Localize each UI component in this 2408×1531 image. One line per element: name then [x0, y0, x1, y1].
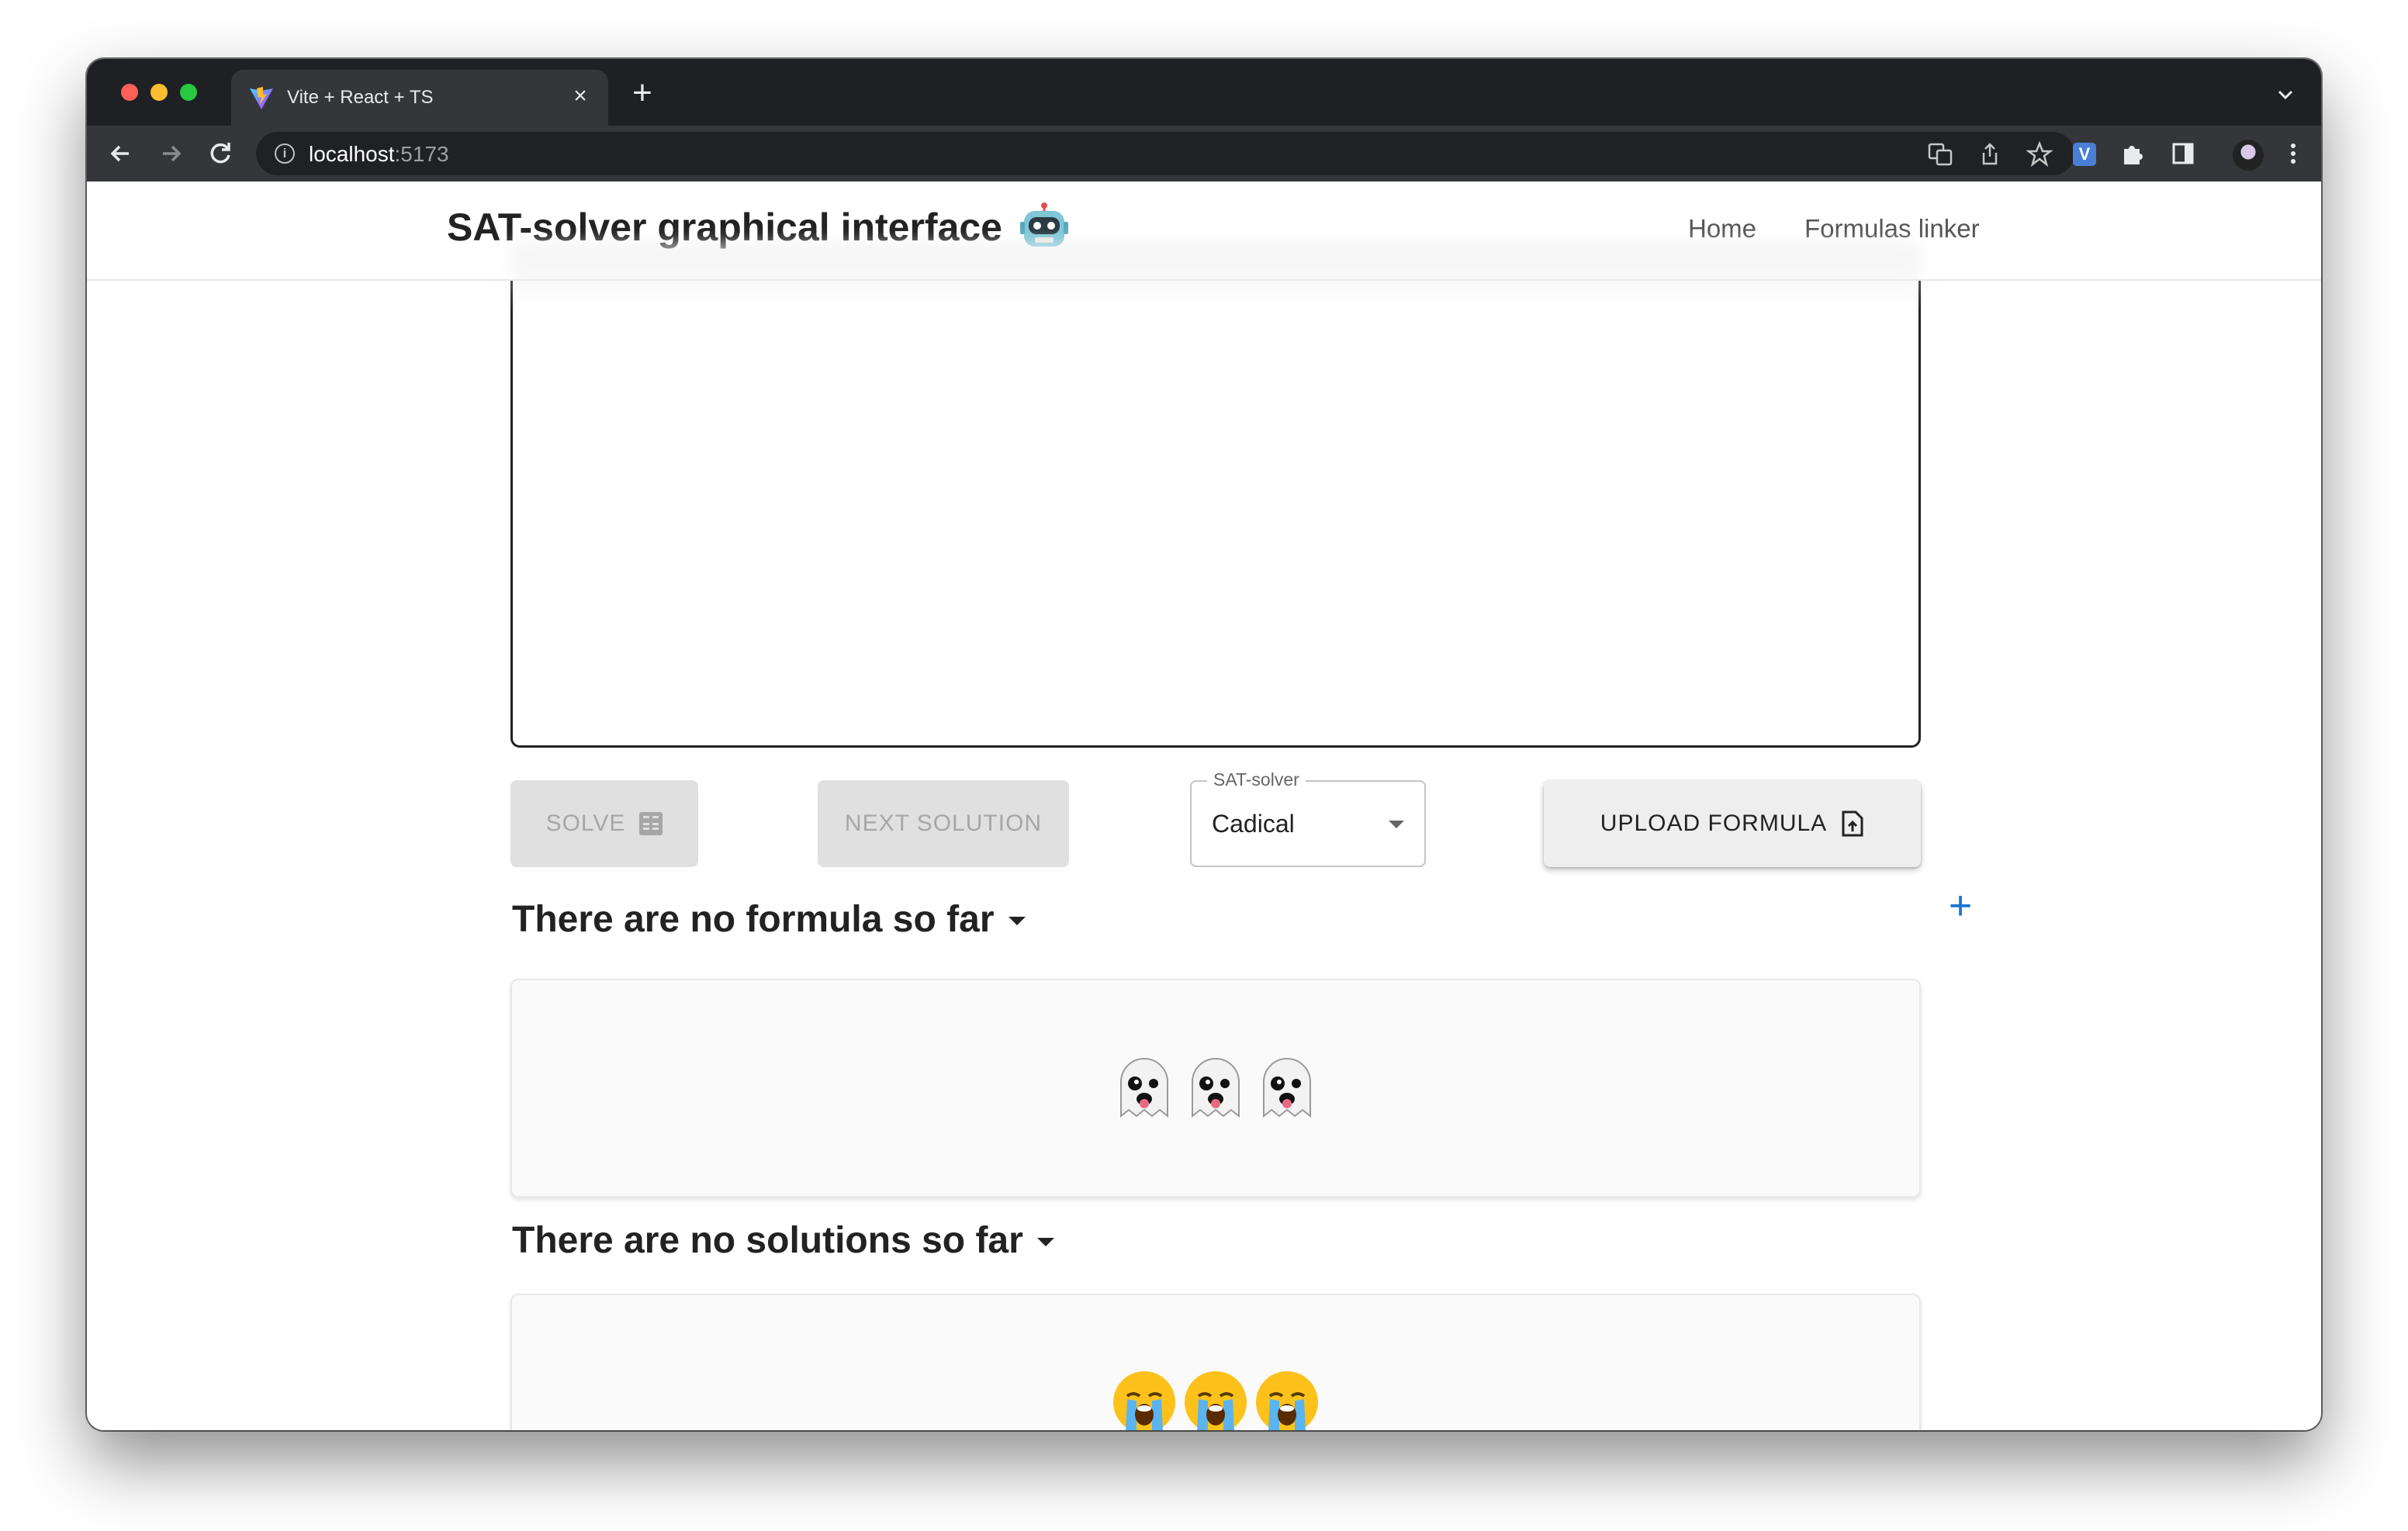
- close-window-button[interactable]: [121, 84, 138, 101]
- forward-arrow-icon[interactable]: [152, 135, 189, 172]
- extension-v-icon[interactable]: V: [2073, 143, 2096, 166]
- upload-file-icon: [1842, 810, 1863, 837]
- ghost-icon: [1120, 1058, 1168, 1118]
- solve-button[interactable]: SOLVE: [510, 780, 698, 867]
- address-bar[interactable]: i localhost:5173: [256, 132, 2074, 175]
- sat-solver-select-value: Cadical: [1212, 810, 1295, 838]
- tab-title: Vite + React + TS: [287, 87, 434, 108]
- chevron-down-icon: [1036, 1238, 1054, 1246]
- profile-avatar[interactable]: [2233, 140, 2264, 171]
- vite-logo-icon: [250, 87, 273, 109]
- nav-formulas-linker-link[interactable]: Formulas linker: [1804, 214, 1980, 244]
- url-text: localhost:5173: [309, 142, 449, 166]
- reload-icon[interactable]: [202, 135, 239, 172]
- formulas-section-title[interactable]: There are no formula so far: [512, 898, 1026, 941]
- solve-label: SOLVE: [545, 810, 626, 836]
- browser-toolbar: i localhost:5173 V: [87, 126, 2321, 181]
- site-info-icon[interactable]: i: [275, 143, 295, 164]
- browser-tab[interactable]: Vite + React + TS ×: [231, 70, 608, 126]
- formulas-empty-card: [510, 979, 1921, 1197]
- page-content: SAT-solver graphical interface Home Form…: [87, 181, 2321, 1430]
- sat-solver-select[interactable]: SAT-solver Cadical: [1190, 769, 1426, 867]
- crying-emoji-row: [1110, 1368, 1321, 1430]
- next-solution-button[interactable]: NEXT SOLUTION: [818, 780, 1069, 867]
- next-solution-label: NEXT SOLUTION: [844, 810, 1043, 836]
- crying-face-icon: [1113, 1371, 1175, 1430]
- extensions-puzzle-icon[interactable]: [2116, 137, 2150, 171]
- new-tab-button[interactable]: +: [625, 76, 659, 112]
- bookmark-star-icon[interactable]: [2026, 141, 2053, 168]
- nav-home-link[interactable]: Home: [1688, 214, 1756, 244]
- calculator-icon: [639, 812, 663, 835]
- sat-solver-select-label: SAT-solver: [1207, 769, 1306, 790]
- more-menu-icon[interactable]: [2276, 137, 2310, 171]
- add-formula-button[interactable]: +: [1941, 886, 1980, 926]
- formula-editor[interactable]: [510, 259, 1921, 748]
- tab-close-icon[interactable]: ×: [566, 82, 594, 110]
- browser-window: Vite + React + TS × + i localhost:5173 V…: [87, 59, 2321, 1430]
- tab-list-chevron-icon[interactable]: [2271, 81, 2299, 109]
- share-icon[interactable]: [1977, 141, 2003, 168]
- ghost-icon: [1263, 1058, 1311, 1118]
- minimize-window-button[interactable]: [150, 84, 168, 101]
- formulas-title-text: There are no formula so far: [512, 899, 995, 940]
- back-arrow-icon[interactable]: [102, 135, 140, 172]
- solutions-section-title[interactable]: There are no solutions so far: [512, 1219, 1054, 1262]
- editor-top-shadow: [510, 244, 1921, 313]
- side-panel-icon[interactable]: [2166, 137, 2200, 171]
- solutions-empty-card: [510, 1294, 1921, 1430]
- crying-face-icon: [1185, 1371, 1247, 1430]
- chevron-down-icon: [1008, 917, 1026, 925]
- upload-formula-button[interactable]: UPLOAD FORMULA: [1544, 780, 1921, 867]
- dropdown-caret-icon: [1389, 821, 1404, 828]
- translate-icon[interactable]: [1927, 141, 1953, 168]
- ghost-emoji-row: [1110, 1054, 1321, 1122]
- crying-face-icon: [1256, 1371, 1318, 1430]
- upload-formula-label: UPLOAD FORMULA: [1600, 810, 1828, 836]
- browser-titlebar: Vite + React + TS × +: [87, 59, 2321, 126]
- solutions-title-text: There are no solutions so far: [512, 1220, 1023, 1261]
- ghost-icon: [1192, 1058, 1240, 1118]
- maximize-window-button[interactable]: [180, 84, 197, 101]
